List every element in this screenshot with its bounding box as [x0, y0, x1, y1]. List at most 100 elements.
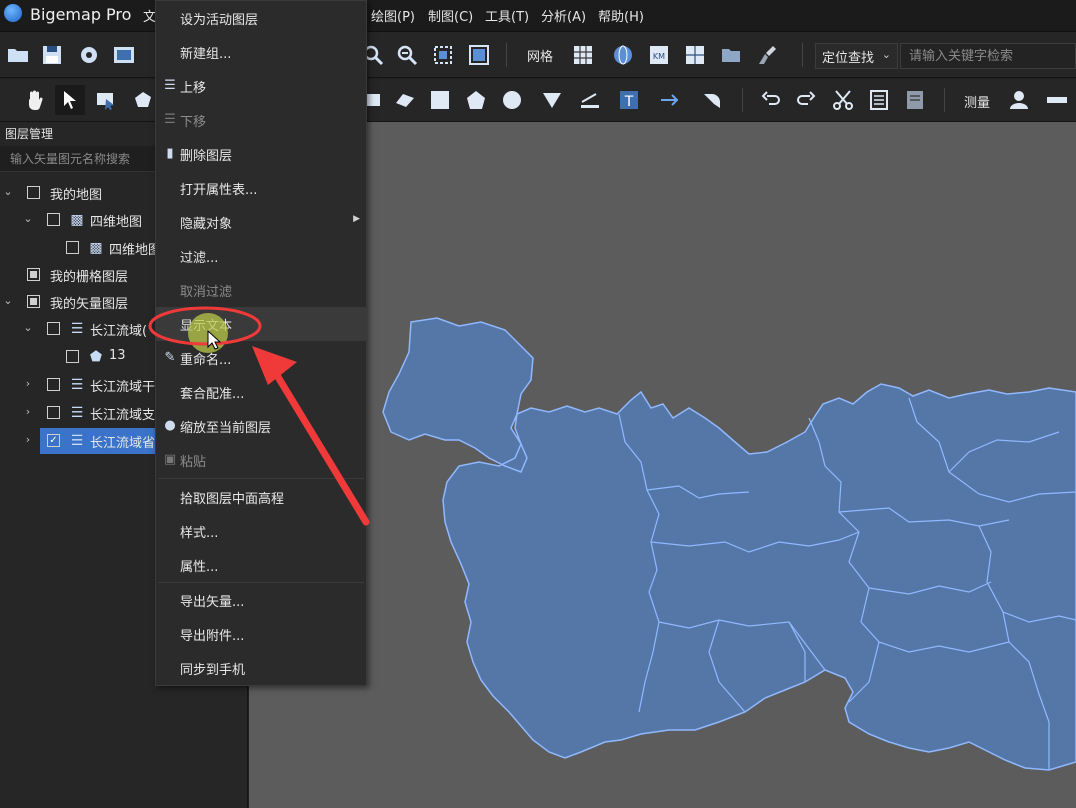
- menu-item-label: 上移: [180, 81, 207, 96]
- layer-stack-icon: ☰: [70, 405, 84, 421]
- undo-icon[interactable]: [756, 85, 786, 115]
- keyword-search-input[interactable]: [900, 43, 1076, 69]
- list-document-icon[interactable]: [864, 85, 894, 115]
- globe-grid-icon[interactable]: [608, 40, 638, 70]
- expand-chevron-icon[interactable]: ⌄: [3, 185, 13, 198]
- layer-checkbox[interactable]: [47, 378, 60, 391]
- layer-checkbox-checked[interactable]: ✓: [47, 434, 60, 447]
- menu-item-properties[interactable]: 属性...: [156, 548, 366, 582]
- toolbar-separator: [944, 88, 945, 112]
- menu-item-set-active-layer[interactable]: 设为活动图层: [156, 1, 366, 35]
- arrow-draw-icon[interactable]: [655, 85, 685, 115]
- menu-item-move-up[interactable]: ☰ 上移: [156, 69, 366, 103]
- layer-checkbox-partial[interactable]: [27, 268, 40, 281]
- toolbar-separator: [802, 43, 803, 67]
- menu-item-cancel-filter[interactable]: 取消过滤: [156, 273, 366, 307]
- line-style-icon[interactable]: [575, 85, 605, 115]
- layer-checkbox[interactable]: [66, 241, 79, 254]
- menu-item-open-attribute-table[interactable]: 打开属性表...: [156, 171, 366, 205]
- layer-panel-title: 图层管理: [5, 127, 54, 141]
- scissors-cut-icon[interactable]: [828, 85, 858, 115]
- n-h-grid-icon[interactable]: [680, 40, 710, 70]
- measure-label[interactable]: 测量: [964, 92, 990, 111]
- menu-item-label: 粘贴: [180, 455, 207, 470]
- menu-tools[interactable]: 工具(T): [485, 6, 529, 25]
- brush-clear-icon[interactable]: [752, 40, 782, 70]
- circle-draw-icon[interactable]: [497, 85, 527, 115]
- menu-item-label: 设为活动图层: [180, 13, 259, 28]
- menu-item-filter[interactable]: 过滤...: [156, 239, 366, 273]
- expand-chevron-right-icon[interactable]: ›: [23, 377, 33, 390]
- expand-chevron-icon[interactable]: ⌄: [3, 294, 13, 307]
- zoom-extent-icon[interactable]: [428, 40, 458, 70]
- layer-checkbox-partial[interactable]: [27, 295, 40, 308]
- menu-item-show-text[interactable]: 显示文本: [156, 307, 366, 341]
- menu-separator: [158, 478, 364, 479]
- full-extent-icon[interactable]: [464, 40, 494, 70]
- settings-gear-icon[interactable]: [74, 40, 104, 70]
- menu-item-paste[interactable]: ▣ 粘贴: [156, 443, 366, 477]
- polygon-draw-icon[interactable]: [390, 85, 420, 115]
- menu-item-zoom-to-layer[interactable]: ● 缩放至当前图层: [156, 409, 366, 443]
- save-icon[interactable]: [37, 40, 67, 70]
- menu-item-pick-elevation[interactable]: 拾取图层中面高程: [156, 480, 366, 514]
- pan-hand-icon[interactable]: [20, 85, 50, 115]
- tree-label: 长江流域干: [90, 380, 156, 395]
- expand-chevron-icon[interactable]: ⌄: [23, 212, 33, 225]
- layer-stack-icon: ☰: [70, 321, 84, 337]
- expand-chevron-icon[interactable]: ⌄: [23, 321, 33, 334]
- km-grid-icon[interactable]: KM: [644, 40, 674, 70]
- zoom-out-icon[interactable]: [392, 40, 422, 70]
- submenu-arrow-icon: ▶: [353, 214, 360, 224]
- tree-label: 我的栅格图层: [50, 270, 129, 285]
- locate-mode-select[interactable]: 定位查找 ⌄: [815, 43, 898, 69]
- layer-checkbox[interactable]: [66, 350, 79, 363]
- menu-cartography[interactable]: 制图(C): [428, 6, 473, 25]
- menu-item-label: 隐藏对象: [180, 217, 233, 232]
- layer-checkbox[interactable]: [27, 186, 40, 199]
- user-location-icon[interactable]: [1004, 85, 1034, 115]
- menu-item-delete-layer[interactable]: ▮ 删除图层: [156, 137, 366, 171]
- layer-stack-icon: ☰: [70, 377, 84, 393]
- expand-chevron-right-icon[interactable]: ›: [23, 433, 33, 446]
- layer-checkbox[interactable]: [47, 406, 60, 419]
- app-title: Bigemap Pro: [30, 5, 132, 24]
- select-arrow-icon[interactable]: [55, 85, 85, 115]
- menu-item-export-vector[interactable]: 导出矢量...: [156, 583, 366, 617]
- folder-icon[interactable]: [716, 40, 746, 70]
- open-folder-icon[interactable]: [3, 40, 33, 70]
- ruler-icon[interactable]: [1042, 85, 1072, 115]
- menu-item-registration[interactable]: 套合配准...: [156, 375, 366, 409]
- polygon-select-icon[interactable]: [128, 85, 158, 115]
- image-icon[interactable]: [109, 40, 139, 70]
- menu-item-sync-to-phone[interactable]: 同步到手机: [156, 651, 366, 685]
- menu-item-move-down[interactable]: ☰ 下移: [156, 103, 366, 137]
- report-document-icon[interactable]: [900, 85, 930, 115]
- menu-item-new-group[interactable]: 新建组...: [156, 35, 366, 69]
- menu-item-export-attachments[interactable]: 导出附件...: [156, 617, 366, 651]
- locate-mode-value: 定位查找: [822, 50, 875, 66]
- square-draw-icon[interactable]: [425, 85, 455, 115]
- redo-icon[interactable]: [791, 85, 821, 115]
- tree-label: 13: [109, 348, 126, 363]
- text-label-icon[interactable]: T: [614, 85, 644, 115]
- box-select-icon[interactable]: [91, 85, 121, 115]
- menu-item-rename[interactable]: ✎ 重命名...: [156, 341, 366, 375]
- menu-analysis[interactable]: 分析(A): [541, 6, 586, 25]
- sector-draw-icon[interactable]: [537, 85, 567, 115]
- expand-chevron-right-icon[interactable]: ›: [23, 405, 33, 418]
- pentagon-draw-icon[interactable]: [461, 85, 491, 115]
- tree-label: 长江流域省: [90, 436, 156, 451]
- menu-draw[interactable]: 绘图(P): [371, 6, 415, 25]
- layer-checkbox[interactable]: [47, 322, 60, 335]
- menu-item-hide-objects[interactable]: 隐藏对象 ▶: [156, 205, 366, 239]
- menu-item-label: 下移: [180, 115, 207, 130]
- map-canvas[interactable]: [249, 122, 1076, 808]
- layer-context-menu: 设为活动图层 新建组... ☰ 上移 ☰ 下移 ▮ 删除图层 打开属性表... …: [155, 0, 367, 686]
- zoom-to-layer-icon: ●: [164, 418, 176, 433]
- curve-arrow-icon[interactable]: [697, 85, 727, 115]
- grid-icon[interactable]: [568, 40, 598, 70]
- menu-help[interactable]: 帮助(H): [598, 6, 644, 25]
- layer-checkbox[interactable]: [47, 213, 60, 226]
- menu-item-style[interactable]: 样式...: [156, 514, 366, 548]
